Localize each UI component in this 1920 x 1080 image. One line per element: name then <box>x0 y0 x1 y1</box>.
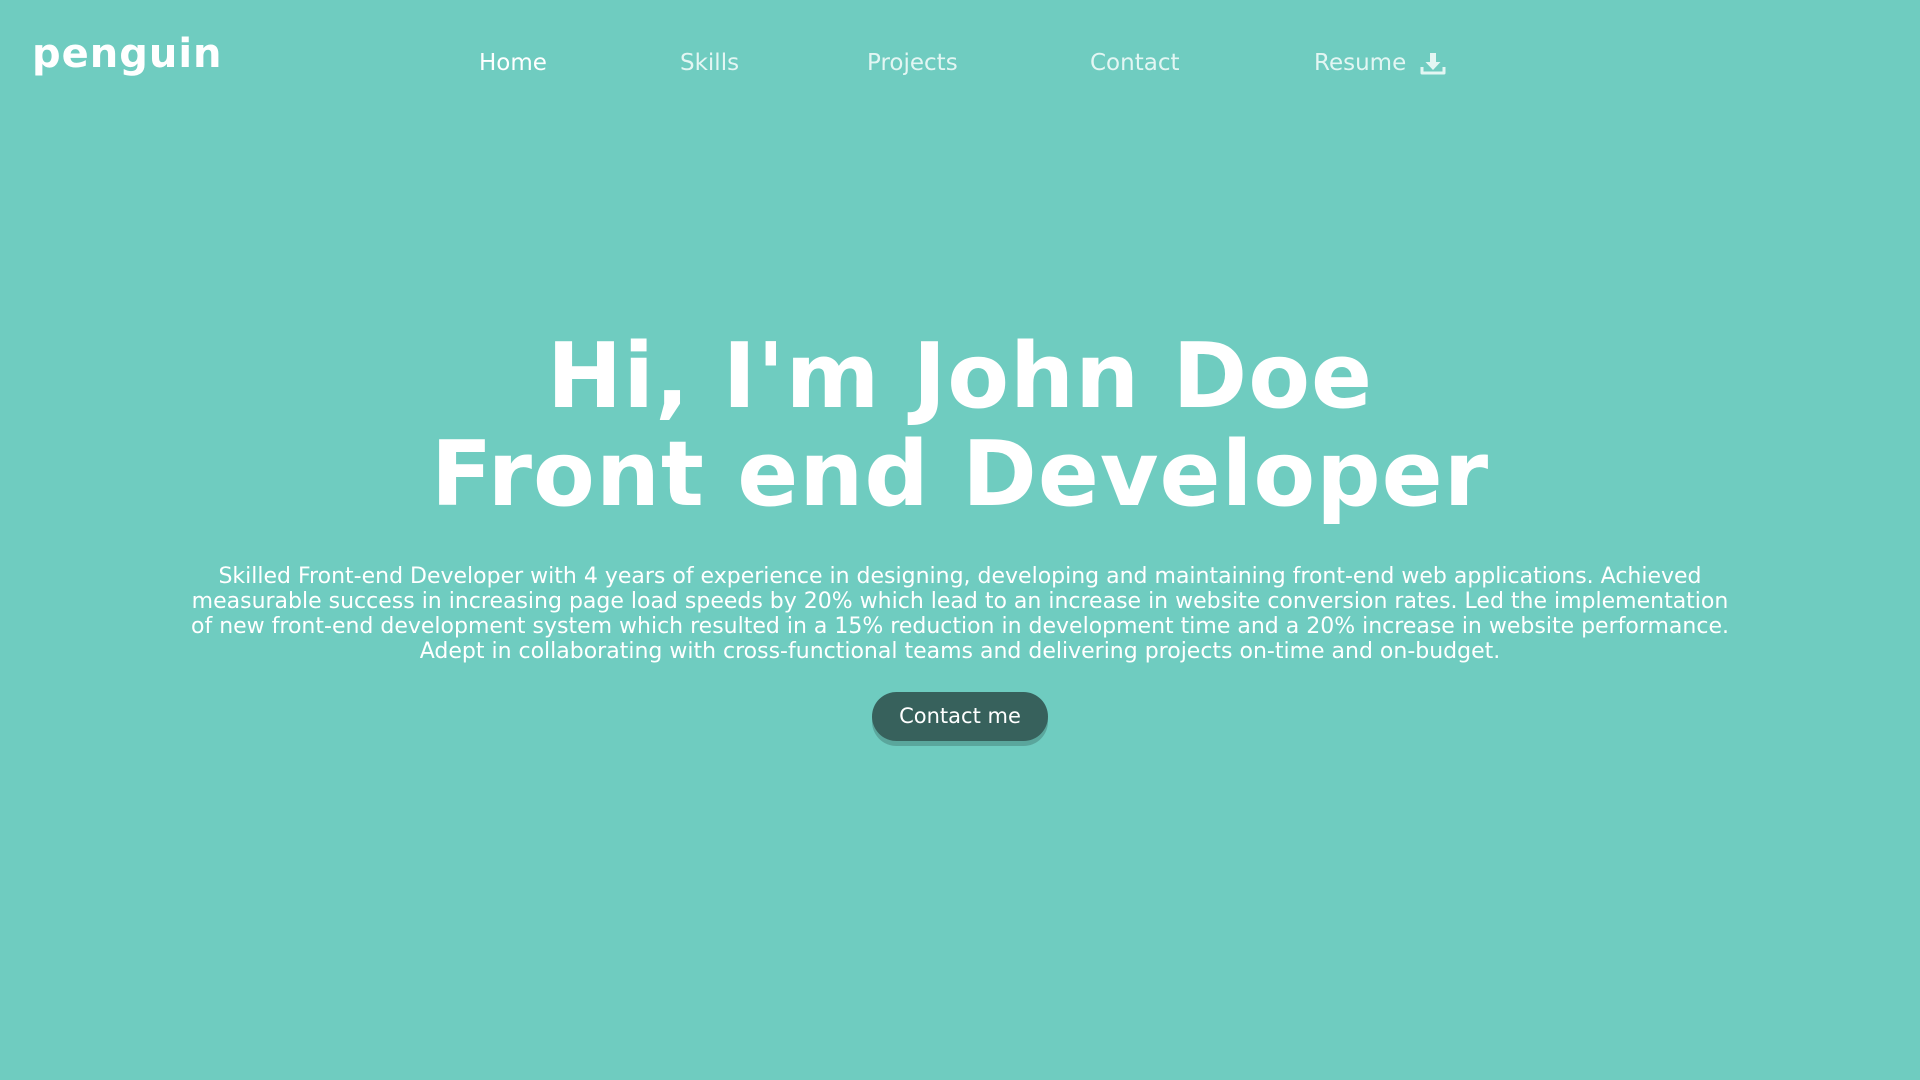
hero-title-line-2: Front end Developer <box>430 422 1490 527</box>
nav-skills-link[interactable]: Skills <box>680 47 739 79</box>
hero-section: Hi, I'm John Doe Front end Developer Ski… <box>150 328 1770 741</box>
nav-contact-link[interactable]: Contact <box>1090 47 1179 79</box>
nav-resume-label: Resume <box>1314 50 1407 76</box>
download-icon <box>1420 50 1446 76</box>
hero-title-line-1: Hi, I'm John Doe <box>546 324 1374 429</box>
contact-me-button[interactable]: Contact me <box>872 692 1048 741</box>
site-logo[interactable]: penguin <box>32 34 223 74</box>
hero-description: Skilled Front-end Developer with 4 years… <box>191 564 1729 664</box>
nav-resume-link[interactable]: Resume <box>1314 47 1446 79</box>
hero-title: Hi, I'm John Doe Front end Developer <box>150 328 1770 524</box>
nav-projects-link[interactable]: Projects <box>867 47 958 79</box>
nav-home-link[interactable]: Home <box>479 47 547 79</box>
